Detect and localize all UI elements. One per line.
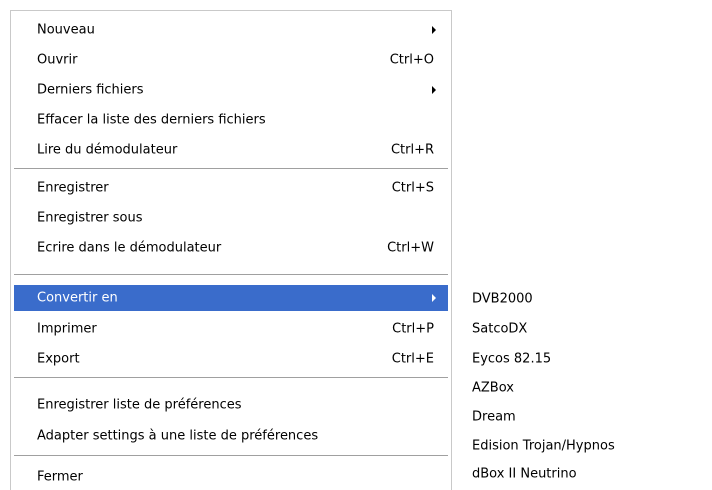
menu-item-label: Enregistrer sous [37, 210, 143, 226]
submenu-item-edision[interactable]: Edision Trojan/Hypnos [455, 431, 712, 461]
menu-item-effacer-liste[interactable]: Effacer la liste des derniers fichiers [14, 105, 448, 135]
menu-item-ecrire-demodulateur[interactable]: Ecrire dans le démodulateur Ctrl+W [14, 233, 448, 263]
menu-item-shortcut: Ctrl+P [392, 321, 434, 337]
menu-item-lire-demodulateur[interactable]: Lire du démodulateur Ctrl+R [14, 135, 448, 165]
menu-item-label: Effacer la liste des derniers fichiers [37, 112, 266, 128]
submenu-item-dvb2000[interactable]: DVB2000 [455, 284, 712, 314]
submenu-arrow-icon [432, 86, 436, 94]
menu-item-label: Ouvrir [37, 52, 78, 68]
menu-item-label: Convertir en [37, 290, 118, 306]
menu-item-label: Lire du démodulateur [37, 142, 178, 158]
menu-item-label: Adapter settings à une liste de préféren… [37, 428, 319, 444]
menu-separator [14, 455, 448, 457]
menu-item-export[interactable]: Export Ctrl+E [14, 344, 448, 374]
menu-item-enregistrer-liste-preferences[interactable]: Enregistrer liste de préférences [14, 390, 448, 420]
menu-item-label: Ecrire dans le démodulateur [37, 240, 222, 256]
menu-item-label: Enregistrer [37, 180, 109, 196]
menu-separator [14, 274, 448, 276]
menu-item-label: Nouveau [37, 22, 95, 38]
menu-screen: Nouveau Ouvrir Ctrl+O Derniers fichiers … [0, 0, 712, 490]
menu-item-label: Derniers fichiers [37, 82, 144, 98]
menu-item-convertir-en[interactable]: Convertir en [14, 285, 448, 311]
menu-separator [14, 168, 448, 170]
menu-item-label: Fermer [37, 469, 83, 485]
menu-item-ouvrir[interactable]: Ouvrir Ctrl+O [14, 45, 448, 75]
submenu-item-label: Dream [472, 409, 516, 425]
menu-item-imprimer[interactable]: Imprimer Ctrl+P [14, 314, 448, 344]
menu-item-enregistrer-sous[interactable]: Enregistrer sous [14, 203, 448, 233]
submenu-item-satcodx[interactable]: SatcoDX [455, 314, 712, 344]
submenu-item-label: AZBox [472, 380, 514, 396]
menu-item-label: Imprimer [37, 321, 97, 337]
menu-item-label: Enregistrer liste de préférences [37, 397, 242, 413]
menu-item-shortcut: Ctrl+O [389, 52, 434, 68]
menu-item-fermer[interactable]: Fermer [14, 462, 448, 490]
submenu-item-label: Eycos 82.15 [472, 351, 552, 367]
convert-submenu: DVB2000 SatcoDX Eycos 82.15 AZBox Dream … [455, 282, 712, 490]
submenu-item-label: dBox II Neutrino [472, 466, 577, 482]
submenu-arrow-icon [432, 26, 436, 34]
menu-item-shortcut: Ctrl+S [391, 180, 434, 196]
submenu-item-dbox[interactable]: dBox II Neutrino [455, 459, 712, 489]
menu-separator [14, 377, 448, 379]
menu-item-derniers-fichiers[interactable]: Derniers fichiers [14, 75, 448, 105]
submenu-item-eycos[interactable]: Eycos 82.15 [455, 344, 712, 374]
submenu-item-label: SatcoDX [472, 321, 528, 337]
menu-item-shortcut: Ctrl+E [391, 351, 434, 367]
menu-item-nouveau[interactable]: Nouveau [14, 15, 448, 45]
submenu-arrow-icon [432, 294, 436, 302]
menu-item-shortcut: Ctrl+R [390, 142, 434, 158]
submenu-item-dream[interactable]: Dream [455, 402, 712, 432]
menu-item-enregistrer[interactable]: Enregistrer Ctrl+S [14, 173, 448, 203]
submenu-item-azbox[interactable]: AZBox [455, 373, 712, 403]
file-menu: Nouveau Ouvrir Ctrl+O Derniers fichiers … [10, 10, 452, 490]
menu-item-adapter-settings[interactable]: Adapter settings à une liste de préféren… [14, 421, 448, 451]
submenu-item-label: Edision Trojan/Hypnos [472, 438, 615, 454]
menu-item-label: Export [37, 351, 80, 367]
menu-item-shortcut: Ctrl+W [387, 240, 434, 256]
submenu-item-label: DVB2000 [472, 291, 533, 307]
